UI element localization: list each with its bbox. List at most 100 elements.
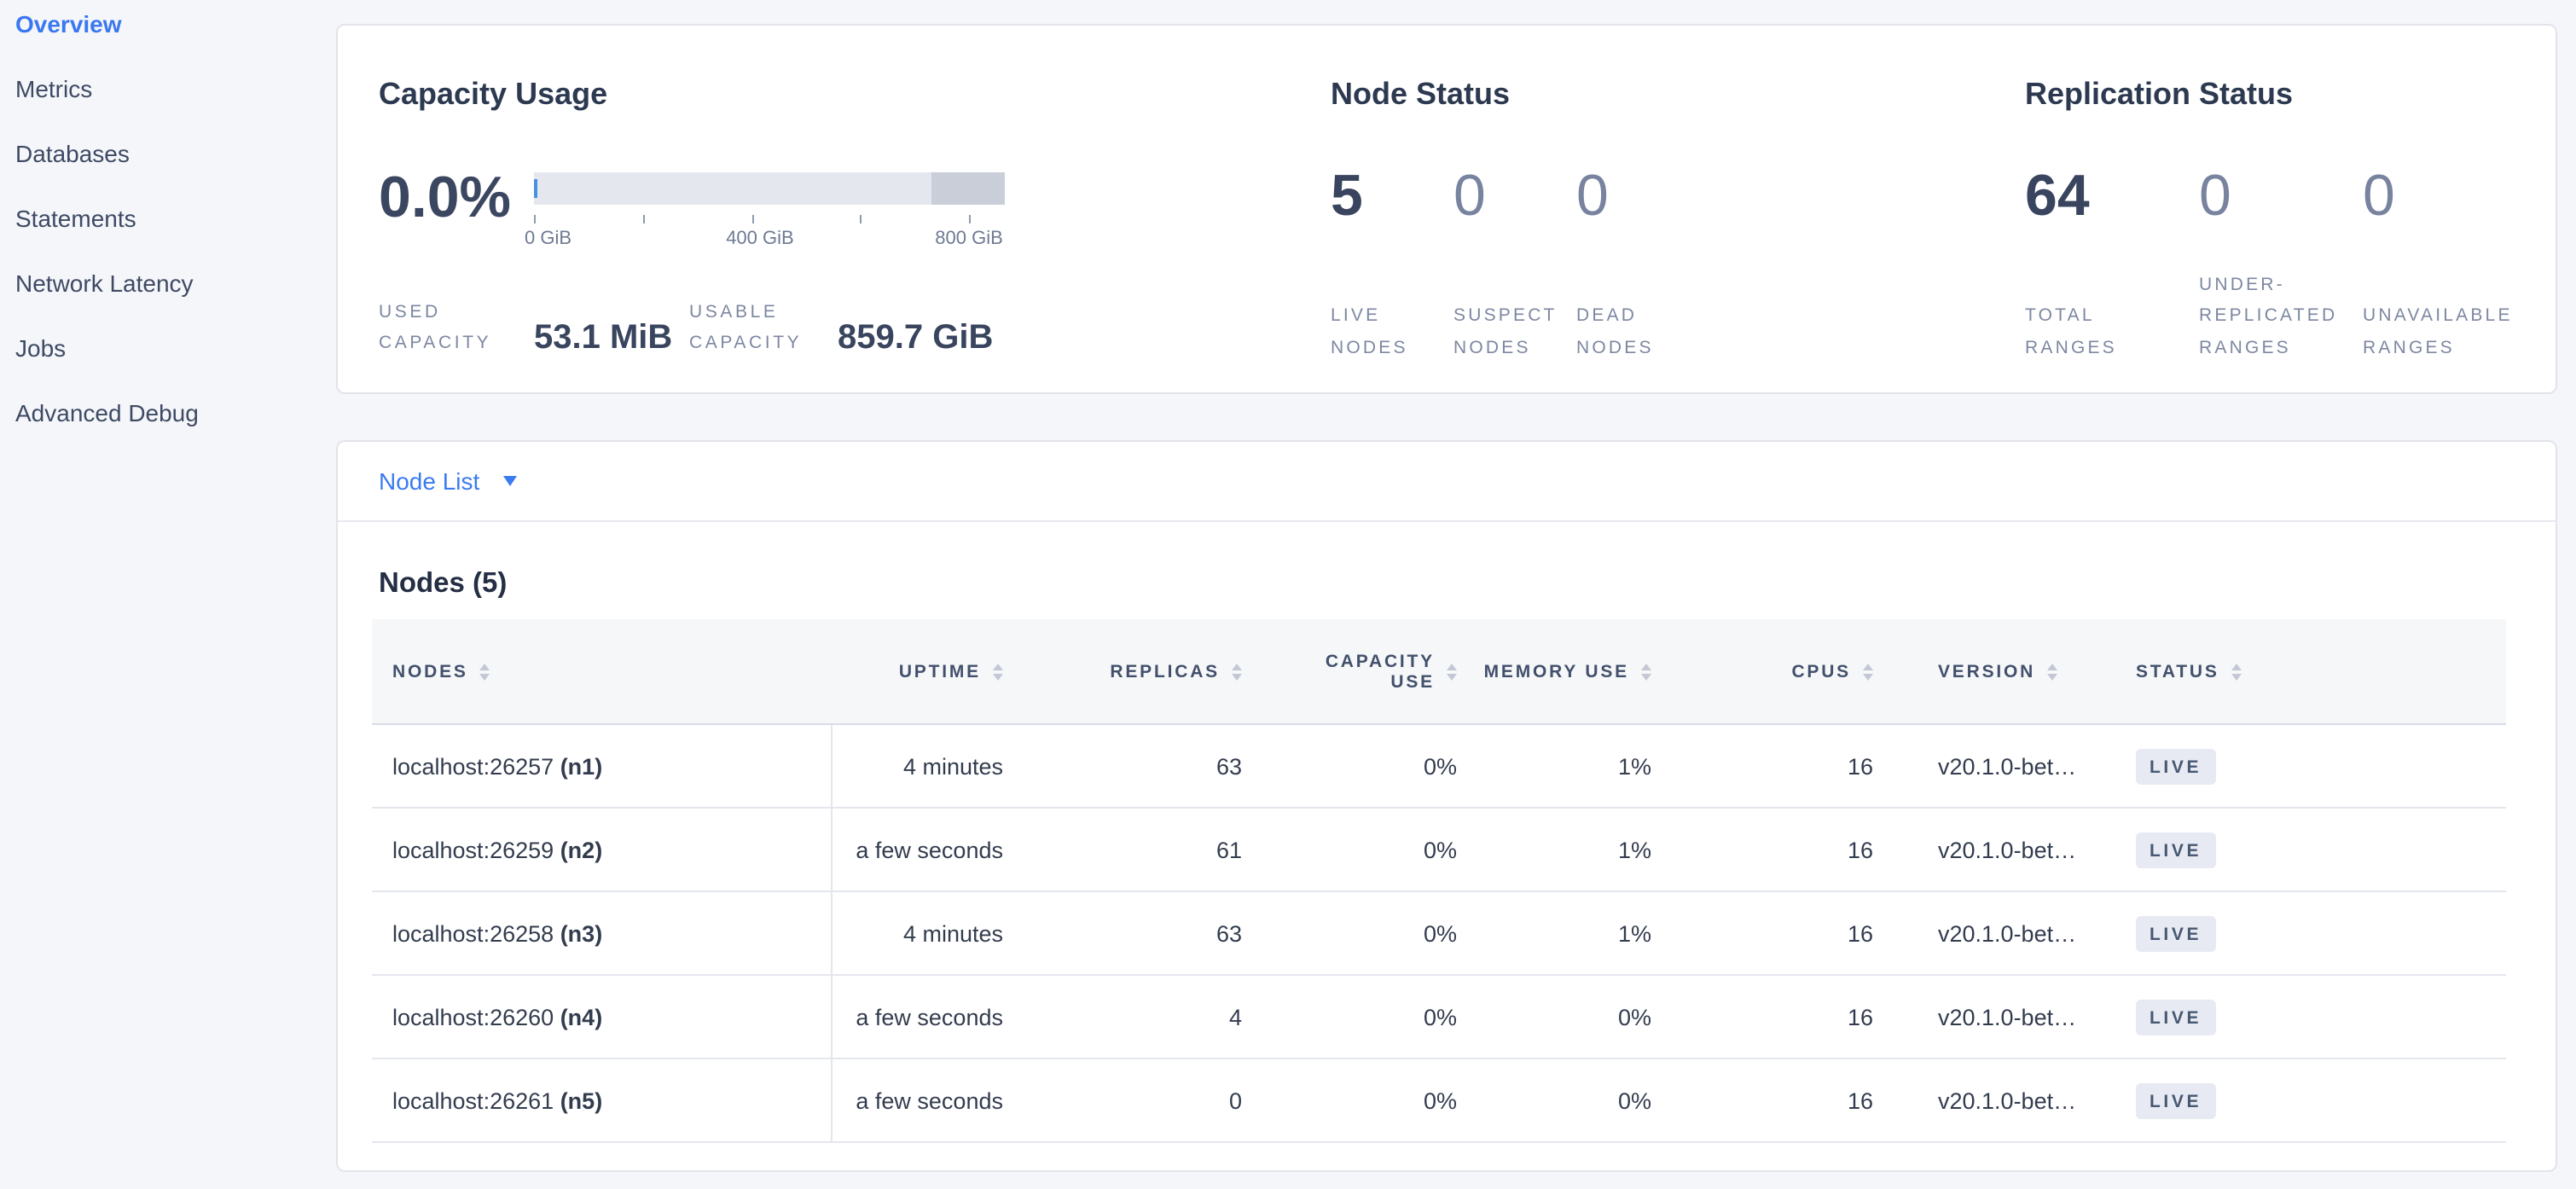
stat-total-ranges: 64 TOTAL RANGES bbox=[2025, 165, 2199, 363]
capacity-use-cell: 0% bbox=[1262, 891, 1477, 975]
version-cell: v20.1.0-bet… bbox=[1894, 975, 2115, 1058]
table-row: localhost:26259 (n2) a few seconds 61 0%… bbox=[372, 808, 2506, 891]
sort-icon[interactable] bbox=[1447, 663, 1457, 680]
sidebar-item-databases[interactable]: Databases bbox=[15, 142, 336, 165]
dead-nodes-label: DEAD NODES bbox=[1576, 300, 1699, 363]
version-cell: v20.1.0-bet… bbox=[1894, 808, 2115, 891]
gauge-tick bbox=[861, 215, 862, 223]
column-header-version[interactable]: VERSION bbox=[1894, 619, 2115, 724]
column-header-capacity-use[interactable]: CAPACITY USE bbox=[1262, 619, 1477, 724]
sort-icon[interactable] bbox=[993, 663, 1003, 680]
sidebar-item-statements[interactable]: Statements bbox=[15, 206, 336, 230]
status-badge: LIVE bbox=[2136, 999, 2215, 1035]
replicas-cell: 61 bbox=[1024, 808, 1262, 891]
capacity-gauge: 0 GiB 400 GiB 800 GiB bbox=[534, 172, 1005, 249]
column-header-cpus[interactable]: CPUS bbox=[1672, 619, 1894, 724]
sort-icon[interactable] bbox=[1863, 663, 1873, 680]
table-row: localhost:26261 (n5) a few seconds 0 0% … bbox=[372, 1058, 2506, 1142]
uptime-cell: a few seconds bbox=[831, 975, 1024, 1058]
column-header-uptime[interactable]: UPTIME bbox=[831, 619, 1024, 724]
gauge-tick bbox=[534, 215, 536, 223]
status-badge: LIVE bbox=[2136, 748, 2215, 784]
suspect-nodes-value: 0 bbox=[1453, 165, 1576, 227]
usable-capacity-label: USABLE CAPACITY bbox=[689, 297, 838, 358]
capacity-gauge-axis-labels: 0 GiB 400 GiB 800 GiB bbox=[534, 229, 1005, 249]
status-badge: LIVE bbox=[2136, 832, 2215, 867]
replicas-cell: 0 bbox=[1024, 1058, 1262, 1142]
sidebar-item-overview[interactable]: Overview bbox=[15, 12, 336, 36]
uptime-cell: 4 minutes bbox=[831, 891, 1024, 975]
stat-live-nodes: 5 LIVE NODES bbox=[1331, 165, 1453, 363]
replication-status-stats: 64 TOTAL RANGES 0 UNDER- REPLICATED RANG… bbox=[2025, 165, 2559, 363]
sort-icon[interactable] bbox=[2047, 663, 2057, 680]
table-header-row: NODES UPTIME REPLICAS CAPACITY USE MEMOR… bbox=[372, 619, 2506, 724]
live-nodes-label: LIVE NODES bbox=[1331, 300, 1453, 363]
node-id: (n1) bbox=[560, 753, 603, 779]
node-list-view-selector-label: Node List bbox=[379, 467, 479, 495]
gauge-tick bbox=[643, 215, 645, 223]
version-cell: v20.1.0-bet… bbox=[1894, 724, 2115, 808]
node-id: (n3) bbox=[560, 920, 603, 946]
cpus-cell: 16 bbox=[1672, 724, 1894, 808]
sidebar-item-jobs[interactable]: Jobs bbox=[15, 336, 336, 360]
cpus-cell: 16 bbox=[1672, 1058, 1894, 1142]
node-list-view-selector[interactable]: Node List bbox=[379, 467, 517, 495]
node-address-link[interactable]: localhost:26259 (n2) bbox=[392, 837, 602, 862]
sidebar-item-network-latency[interactable]: Network Latency bbox=[15, 271, 336, 295]
sidebar-nav: Overview Metrics Databases Statements Ne… bbox=[0, 0, 336, 466]
memory-use-cell: 0% bbox=[1477, 975, 1672, 1058]
gauge-axis-label: 800 GiB bbox=[935, 229, 1003, 249]
column-header-status[interactable]: STATUS bbox=[2115, 619, 2506, 724]
unavailable-ranges-label: UNAVAILABLE RANGES bbox=[2363, 300, 2559, 363]
used-capacity-label: USED CAPACITY bbox=[379, 297, 534, 358]
memory-use-cell: 1% bbox=[1477, 808, 1672, 891]
node-status-stats: 5 LIVE NODES 0 SUSPECT NODES 0 DEAD NODE… bbox=[1331, 165, 1699, 363]
stat-unavailable-ranges: 0 UNAVAILABLE RANGES bbox=[2363, 165, 2559, 363]
cluster-summary-card: Capacity Usage 0.0% 0 GiB 400 GiB 800 Gi… bbox=[336, 24, 2557, 394]
replicas-cell: 63 bbox=[1024, 891, 1262, 975]
node-status-title: Node Status bbox=[1331, 77, 1510, 113]
stat-under-replicated-ranges: 0 UNDER- REPLICATED RANGES bbox=[2199, 165, 2363, 363]
memory-use-cell: 0% bbox=[1477, 1058, 1672, 1142]
sort-icon[interactable] bbox=[1641, 663, 1651, 680]
replication-status-title: Replication Status bbox=[2025, 77, 2293, 113]
total-ranges-label: TOTAL RANGES bbox=[2025, 300, 2199, 363]
used-capacity-value: 53.1 MiB bbox=[534, 319, 689, 357]
db-console-overview-page: Overview Metrics Databases Statements Ne… bbox=[0, 0, 2576, 1189]
version-cell: v20.1.0-bet… bbox=[1894, 1058, 2115, 1142]
total-ranges-value: 64 bbox=[2025, 165, 2199, 227]
version-cell: v20.1.0-bet… bbox=[1894, 891, 2115, 975]
sidebar-item-advanced-debug[interactable]: Advanced Debug bbox=[15, 401, 336, 425]
uptime-cell: 4 minutes bbox=[831, 724, 1024, 808]
gauge-tick bbox=[751, 215, 753, 223]
column-header-replicas[interactable]: REPLICAS bbox=[1024, 619, 1262, 724]
column-header-memory-use[interactable]: MEMORY USE bbox=[1477, 619, 1672, 724]
node-address-link[interactable]: localhost:26260 (n4) bbox=[392, 1004, 602, 1030]
table-row: localhost:26258 (n3) 4 minutes 63 0% 1% … bbox=[372, 891, 2506, 975]
node-address-link[interactable]: localhost:26261 (n5) bbox=[392, 1088, 602, 1113]
replicas-cell: 63 bbox=[1024, 724, 1262, 808]
column-header-nodes[interactable]: NODES bbox=[372, 619, 831, 724]
stat-suspect-nodes: 0 SUSPECT NODES bbox=[1453, 165, 1576, 363]
unavailable-ranges-value: 0 bbox=[2363, 165, 2559, 227]
capacity-use-cell: 0% bbox=[1262, 1058, 1477, 1142]
cpus-cell: 16 bbox=[1672, 975, 1894, 1058]
gauge-axis-label: 0 GiB bbox=[525, 229, 571, 249]
table-row: localhost:26260 (n4) a few seconds 4 0% … bbox=[372, 975, 2506, 1058]
capacity-gauge-bar bbox=[534, 172, 1005, 205]
suspect-nodes-label: SUSPECT NODES bbox=[1453, 300, 1576, 363]
sort-icon[interactable] bbox=[1232, 663, 1242, 680]
nodes-table: NODES UPTIME REPLICAS CAPACITY USE MEMOR… bbox=[372, 619, 2506, 1143]
memory-use-cell: 1% bbox=[1477, 891, 1672, 975]
sort-icon[interactable] bbox=[480, 663, 490, 680]
replicas-cell: 4 bbox=[1024, 975, 1262, 1058]
capacity-stats: USED CAPACITY 53.1 MiB USABLE CAPACITY 8… bbox=[379, 297, 993, 358]
usable-capacity-value: 859.7 GiB bbox=[838, 319, 993, 357]
node-address-link[interactable]: localhost:26257 (n1) bbox=[392, 753, 602, 779]
sidebar-item-metrics[interactable]: Metrics bbox=[15, 77, 336, 101]
node-id: (n5) bbox=[560, 1088, 603, 1113]
gauge-axis-label: 400 GiB bbox=[726, 229, 794, 249]
sort-icon[interactable] bbox=[2231, 663, 2242, 680]
node-address-link[interactable]: localhost:26258 (n3) bbox=[392, 920, 602, 946]
under-replicated-ranges-label: UNDER- REPLICATED RANGES bbox=[2199, 269, 2363, 363]
